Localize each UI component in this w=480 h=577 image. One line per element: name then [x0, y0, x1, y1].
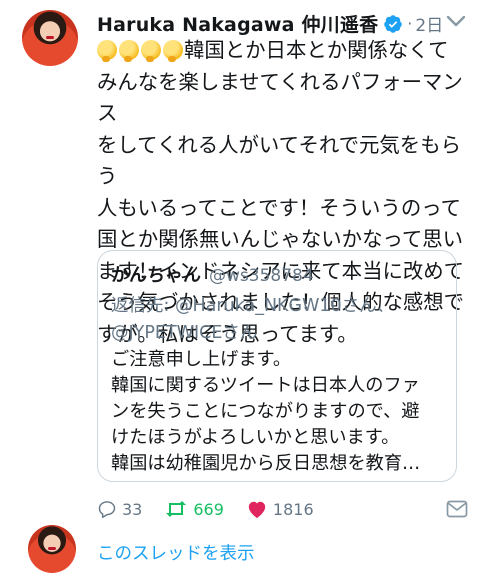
heart-icon	[248, 501, 266, 519]
reply-mention-link[interactable]: @Haruka_NKGW10	[175, 296, 342, 316]
tweet-actions-bar: 33 669 1816	[97, 496, 336, 522]
quoted-author: かんちゃん @ws358784	[111, 261, 314, 287]
reply-suffix: さん	[222, 323, 258, 343]
show-thread-link[interactable]: このスレッドを表示	[97, 540, 255, 565]
reply-count: 33	[122, 499, 143, 519]
quoted-display-name: かんちゃん	[111, 265, 201, 286]
reply-prefix: 返信先:	[111, 296, 175, 316]
author-display-name[interactable]: Haruka Nakagawa 仲川遥香	[97, 10, 378, 37]
direct-message-icon[interactable]	[446, 500, 468, 518]
retweet-button[interactable]: 669	[164, 499, 224, 519]
author-avatar[interactable]	[22, 10, 78, 66]
reply-icon	[98, 501, 116, 518]
reply-to-line: 返信先: @Haruka_NKGW10さん、 @JYPETWICEさん	[111, 293, 451, 347]
quoted-tweet-text: ご注意申し上げます。 韓国に関するツイートは日本人のファ ンを失うことにつながり…	[111, 349, 421, 474]
separator-dot: ·	[407, 14, 413, 33]
chevron-down-icon[interactable]	[446, 14, 466, 28]
retweet-icon	[166, 501, 187, 517]
tweet-timestamp[interactable]: 2日	[415, 11, 443, 36]
verified-badge-icon	[384, 14, 403, 33]
reply-mention-link[interactable]: @JYPETWICE	[111, 323, 222, 343]
retweet-count: 669	[193, 499, 224, 519]
reply-mid-text: さん、	[341, 296, 395, 316]
like-count: 1816	[272, 499, 314, 519]
quoted-tweet-card[interactable]: かんちゃん @ws358784 返信先: @Haruka_NKGW10さん、 @J…	[97, 250, 457, 482]
thread-avatar[interactable]	[28, 525, 76, 573]
tweet-header: Haruka Nakagawa 仲川遥香 · 2日	[97, 10, 443, 37]
thinking-face-icon	[119, 40, 139, 62]
thinking-face-icon	[163, 40, 183, 62]
thinking-face-icon	[141, 40, 161, 62]
quoted-handle: @ws358784	[209, 266, 314, 286]
like-button[interactable]: 1816	[246, 499, 314, 519]
emoji-group	[97, 40, 183, 62]
reply-button[interactable]: 33	[97, 499, 142, 519]
thinking-face-icon	[97, 40, 117, 62]
